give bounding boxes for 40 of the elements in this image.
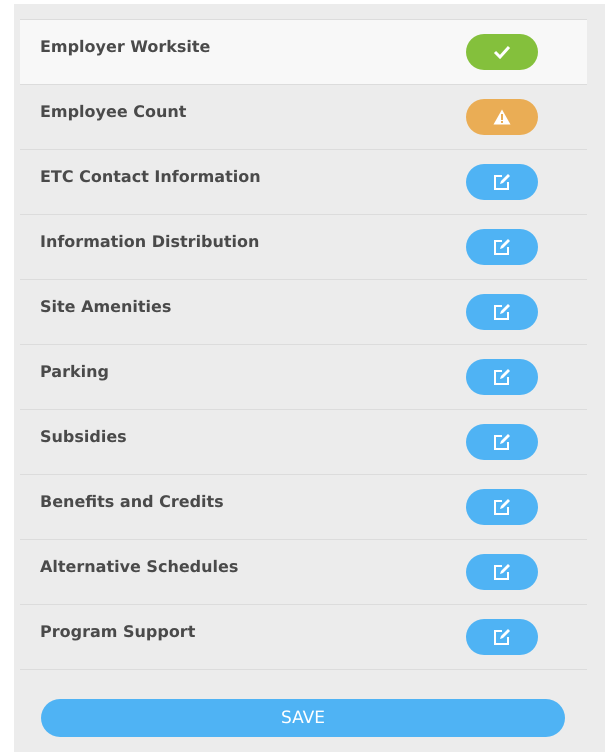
warning-button[interactable] (466, 99, 538, 135)
section-row[interactable]: Information Distribution (20, 215, 587, 280)
edit-icon (493, 628, 511, 646)
edit-button[interactable] (466, 554, 538, 590)
section-row[interactable]: Site Amenities (20, 280, 587, 345)
edit-button[interactable] (466, 229, 538, 265)
edit-icon (493, 303, 511, 321)
edit-icon (493, 238, 511, 256)
edit-icon (493, 433, 511, 451)
section-label: Employee Count (40, 102, 186, 120)
section-row[interactable]: Parking (20, 345, 587, 410)
section-label: Subsidies (40, 426, 127, 446)
edit-button[interactable] (466, 359, 538, 395)
section-label: Alternative Schedules (40, 556, 238, 576)
edit-icon (493, 563, 511, 581)
edit-button[interactable] (466, 619, 538, 655)
complete-button[interactable] (466, 34, 538, 70)
section-row[interactable]: Alternative Schedules (20, 540, 587, 605)
edit-icon (493, 368, 511, 386)
checkmark-icon (493, 45, 511, 59)
edit-button[interactable] (466, 294, 538, 330)
edit-icon (493, 498, 511, 516)
section-label: Program Support (40, 622, 196, 640)
section-row[interactable]: ETC Contact Information (20, 150, 587, 215)
section-label: Employer Worksite (40, 36, 210, 56)
edit-button[interactable] (466, 164, 538, 200)
section-row[interactable]: Benefits and Credits (20, 475, 587, 540)
warning-icon (493, 109, 511, 125)
section-label: ETC Contact Information (40, 166, 261, 186)
section-row[interactable]: Employer Worksite (20, 20, 587, 85)
section-row[interactable]: Program Support (20, 605, 587, 670)
section-row[interactable]: Employee Count (20, 85, 587, 150)
section-label: Parking (40, 362, 109, 380)
edit-button[interactable] (466, 489, 538, 525)
section-row[interactable]: Subsidies (20, 410, 587, 475)
section-label: Information Distribution (40, 232, 260, 250)
section-label: Site Amenities (40, 296, 172, 316)
edit-icon (493, 173, 511, 191)
edit-button[interactable] (466, 424, 538, 460)
section-label: Benefits and Credits (40, 492, 224, 510)
